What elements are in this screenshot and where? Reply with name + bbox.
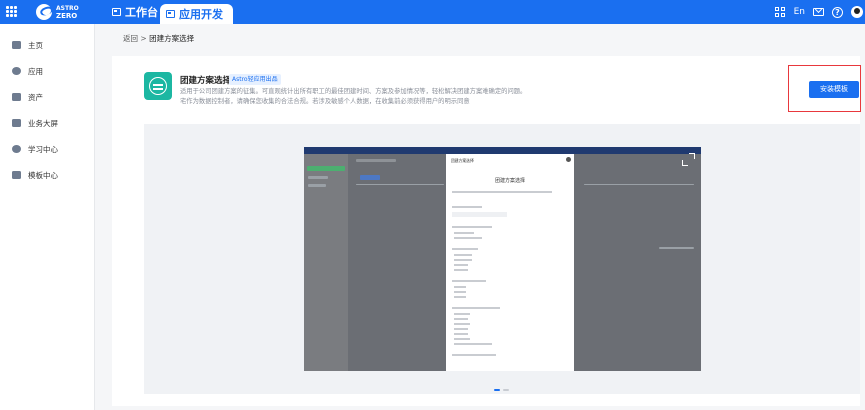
template-app-icon: [144, 72, 172, 100]
exchange-icon: [149, 77, 167, 95]
sidebar-item-assets[interactable]: 资产: [12, 90, 43, 104]
template-description: 适用于公司团建方案的征集。可直观统计出所有职工的最佳团建时间、方案及参加情况等，…: [180, 87, 526, 107]
sidebar-item-home[interactable]: 主页: [12, 38, 43, 52]
workbench-icon: [112, 8, 121, 16]
tab-app-development[interactable]: 应用开发: [160, 4, 233, 24]
home-icon: [12, 41, 21, 49]
template-title: 团建方案选择: [180, 76, 232, 86]
language-switch[interactable]: En: [794, 7, 805, 17]
logo-text: ASTRO ZERO: [56, 4, 79, 20]
mail-icon[interactable]: [813, 8, 824, 16]
template-icon: [12, 171, 21, 179]
app-icon: [12, 67, 21, 75]
astro-zero-logo[interactable]: ASTRO ZERO: [36, 3, 79, 21]
help-icon[interactable]: ?: [832, 6, 843, 18]
logo-icon: [36, 4, 52, 20]
close-icon: [566, 157, 571, 162]
learning-icon: [12, 145, 21, 153]
preview-screenshot[interactable]: 团建方案选择 团建方案选择: [304, 147, 701, 371]
sidebar-item-templates[interactable]: 模板中心: [12, 168, 58, 182]
asset-icon: [12, 93, 21, 101]
app-development-icon: [166, 10, 175, 18]
breadcrumb-back-link[interactable]: 返回: [123, 34, 138, 43]
sidebar: 主页 应用 资产 业务大屏 学习中心 模板中心: [0, 24, 95, 410]
sidebar-item-apps[interactable]: 应用: [12, 64, 43, 78]
tab-workbench[interactable]: 工作台: [112, 0, 158, 24]
carousel-indicators: [494, 389, 509, 391]
dashboard-icon: [12, 119, 21, 127]
sidebar-item-dashboard[interactable]: 业务大屏: [12, 116, 58, 130]
description-line-1: 适用于公司团建方案的征集。可直观统计出所有职工的最佳团建时间、方案及参加情况等，…: [180, 88, 527, 95]
breadcrumb-current: 团建方案选择: [149, 34, 195, 43]
fullscreen-expand-icon[interactable]: [682, 153, 695, 166]
publisher-tag: Astro轻应用出品: [229, 74, 281, 85]
carousel-dot-2[interactable]: [503, 389, 509, 391]
install-template-button[interactable]: 安装模板: [809, 81, 859, 98]
top-navigation-bar: ASTRO ZERO 工作台 应用开发 En ?: [0, 0, 865, 24]
top-right-toolbar: En ?: [774, 0, 865, 24]
sidebar-item-learning[interactable]: 学习中心: [12, 142, 58, 156]
app-grid-icon[interactable]: [6, 6, 17, 17]
qr-code-icon[interactable]: [774, 6, 786, 18]
breadcrumb: 返回 > 团建方案选择: [123, 33, 194, 44]
description-line-2: 宅作为数据控制者，请确保您收集的合法合规。若涉及敏感个人数据，在收集前必须获得用…: [180, 98, 470, 105]
breadcrumb-separator: >: [140, 34, 147, 43]
carousel-dot-1[interactable]: [494, 389, 500, 391]
preview-form-modal: 团建方案选择 团建方案选择: [446, 154, 574, 371]
user-avatar[interactable]: [851, 6, 863, 18]
